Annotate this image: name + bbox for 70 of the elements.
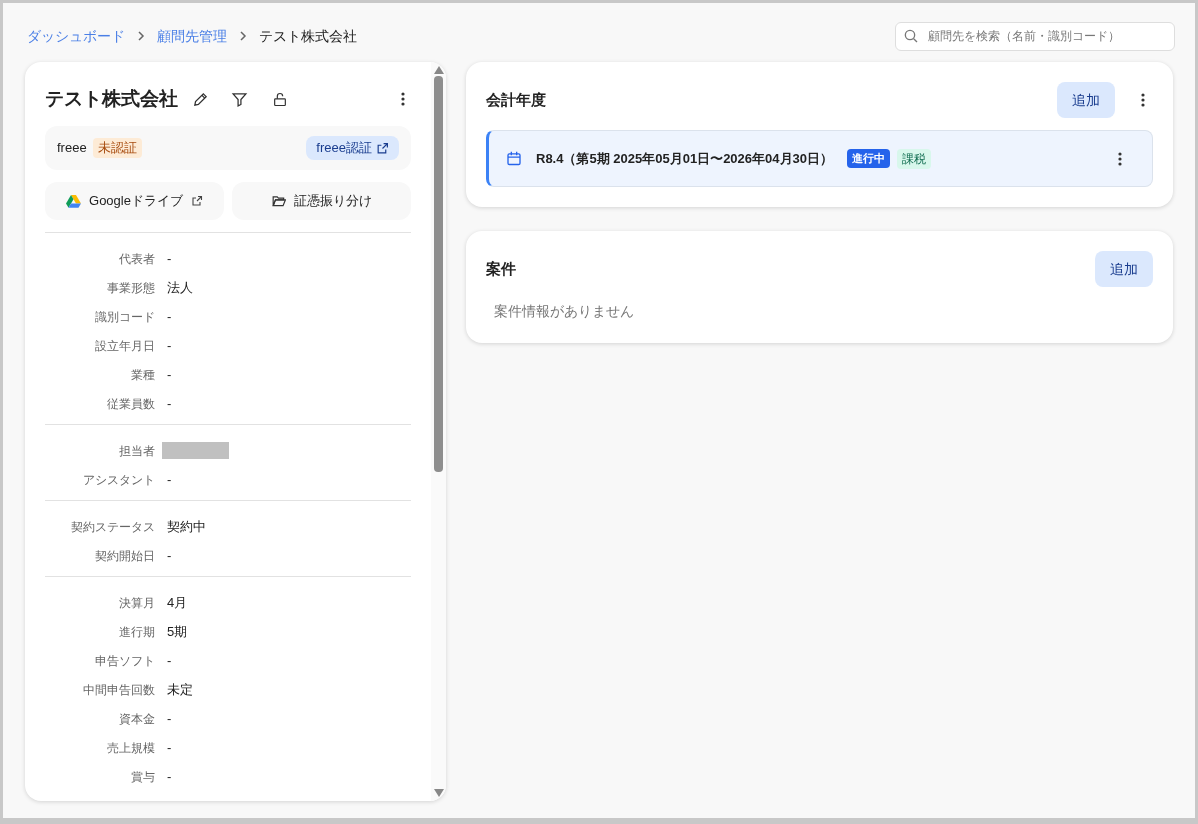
field-value: -	[167, 336, 172, 355]
breadcrumb-link[interactable]: ダッシュボード	[27, 25, 125, 47]
status-badge: 未認証	[92, 138, 142, 158]
field-value: 5期	[167, 622, 188, 641]
field-value: -	[167, 470, 172, 489]
field-label: 賞与	[130, 768, 155, 786]
more-icon[interactable]	[1118, 151, 1122, 166]
search-field[interactable]: 顧問先を検索（名前・識別コード）	[895, 21, 1175, 51]
field-value: -	[167, 394, 172, 413]
filter-icon[interactable]	[231, 90, 248, 108]
field-value: 4月	[167, 593, 188, 612]
scroll-down-icon[interactable]	[433, 789, 444, 797]
field-label: 契約ステータス	[70, 518, 155, 536]
status-badge: 進行中	[847, 149, 890, 168]
freee-label: freee	[57, 139, 87, 158]
tax-badge: 課税	[897, 148, 931, 169]
fiscal-year-item[interactable]: R8.4（第5期 2025年05月01日〜2026年04月30日） 進行中 課税	[486, 130, 1153, 187]
field-value: -	[167, 709, 172, 728]
field-value: -	[167, 546, 172, 565]
field-label: 申告ソフト	[94, 652, 155, 670]
edit-icon[interactable]	[192, 90, 209, 108]
field-value: -	[167, 738, 172, 757]
field-value: 法人	[167, 278, 193, 297]
freee-auth-button[interactable]: freee認証	[306, 136, 399, 160]
field-label: 決算月	[118, 594, 155, 612]
search-icon	[903, 27, 919, 44]
chevron-icon	[137, 31, 145, 41]
field-label: 中間申告回数	[82, 681, 155, 699]
field-label: 識別コード	[94, 308, 155, 326]
field-value: -	[167, 767, 172, 786]
field-label: 担当者	[118, 442, 155, 460]
field-value: -	[167, 249, 172, 268]
field-value: -	[167, 365, 172, 384]
sort-documents-button[interactable]: 証憑振り分け	[232, 182, 411, 220]
empty-message: 案件情報がありません	[494, 303, 634, 319]
scrollbar[interactable]	[431, 62, 446, 801]
field-label: 売上規模	[106, 739, 155, 757]
redacted-value	[162, 442, 229, 459]
field-value: -	[167, 307, 172, 326]
section-title: 案件	[486, 258, 516, 279]
field-label: 資本金	[118, 710, 155, 728]
drive-button[interactable]: Googleドライブ	[45, 182, 224, 220]
more-icon[interactable]	[401, 92, 405, 106]
field-label: 契約開始日	[94, 547, 155, 565]
unlock-icon[interactable]	[272, 90, 288, 108]
client-name: テスト株式会社	[45, 86, 178, 111]
drive-icon	[66, 194, 82, 208]
field-label: 進行期	[118, 623, 155, 641]
fiscal-year-label: R8.4（第5期 2025年05月01日〜2026年04月30日）	[536, 149, 833, 168]
field-label: 事業形態	[106, 279, 155, 297]
breadcrumb-current: テスト株式会社	[259, 26, 357, 46]
calendar-icon	[506, 150, 522, 167]
add-button[interactable]: 追加	[1057, 82, 1115, 118]
breadcrumb-link[interactable]: 顧問先管理	[157, 25, 227, 47]
folder-icon	[271, 195, 286, 207]
section-title: 会計年度	[486, 89, 546, 110]
external-link-icon	[190, 195, 203, 207]
field-label: 従業員数	[106, 395, 155, 413]
scroll-up-icon[interactable]	[433, 66, 444, 74]
more-icon[interactable]	[1141, 93, 1145, 107]
add-button[interactable]: 追加	[1095, 251, 1153, 287]
field-value: 契約中	[167, 517, 206, 536]
external-link-icon	[376, 141, 389, 155]
field-label: アシスタント	[82, 471, 155, 489]
field-value: -	[167, 651, 172, 670]
field-label: 代表者	[118, 250, 155, 268]
field-label: 設立年月日	[94, 337, 155, 355]
field-value: 未定	[167, 680, 193, 699]
field-label: 業種	[130, 366, 155, 384]
chevron-icon	[239, 31, 247, 41]
